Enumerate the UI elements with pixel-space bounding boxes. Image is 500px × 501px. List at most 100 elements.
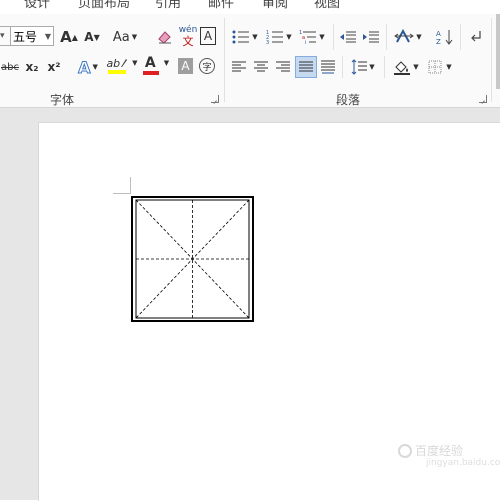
group-divider bbox=[460, 24, 461, 50]
baidu-jingyan-watermark: 百度经验 jingyan.baidu.com bbox=[398, 442, 500, 468]
tab-references[interactable]: 引用 bbox=[155, 0, 181, 11]
paint-bucket-icon bbox=[394, 61, 411, 75]
align-right-icon bbox=[276, 61, 290, 72]
svg-text:Z: Z bbox=[436, 38, 441, 45]
group-divider bbox=[386, 24, 387, 50]
grow-font-label: A bbox=[60, 28, 72, 46]
change-case-label: Aa bbox=[112, 29, 130, 45]
ribbon-scroll-edge bbox=[496, 14, 500, 89]
group-divider bbox=[384, 56, 385, 78]
font-dialog-launcher-icon[interactable] bbox=[211, 95, 219, 103]
return-arrow-icon bbox=[471, 31, 481, 42]
ribbon-tab-strip: 设计 页面布局 引用 邮件 审阅 视图 bbox=[0, 0, 500, 15]
align-center-icon bbox=[254, 61, 268, 72]
increase-indent-icon bbox=[363, 31, 379, 43]
group-divider bbox=[224, 18, 225, 102]
subscript-label: x₂ bbox=[25, 60, 39, 74]
superscript-label: x² bbox=[47, 60, 61, 74]
change-case-button[interactable]: Aa ▼ bbox=[112, 26, 138, 48]
borders-icon bbox=[428, 60, 442, 74]
font-name-box-edge[interactable]: ▾ bbox=[0, 26, 10, 46]
strikethrough-button[interactable]: abc bbox=[0, 56, 20, 78]
tab-review[interactable]: 审阅 bbox=[262, 0, 288, 11]
chevron-down-icon: ▼ bbox=[252, 33, 258, 41]
sort-button[interactable]: A Z bbox=[434, 26, 456, 48]
enclose-characters-button[interactable]: 字 bbox=[199, 58, 215, 74]
watermark-text: 百度经验 bbox=[415, 444, 464, 458]
font-color-label: A bbox=[144, 55, 156, 71]
shrink-font-button[interactable]: A ▼ bbox=[84, 26, 100, 48]
chevron-down-icon: ▼ bbox=[369, 63, 375, 71]
align-center-button[interactable] bbox=[251, 56, 271, 78]
paragraph-group-label: 段落 bbox=[336, 93, 361, 107]
char-border-label: A bbox=[203, 29, 213, 43]
font-color-button[interactable]: A ▼ bbox=[140, 54, 174, 76]
paragraph-dialog-launcher-icon[interactable] bbox=[479, 95, 487, 103]
chevron-down-icon: ▼ bbox=[416, 33, 422, 41]
bullet-list-icon bbox=[232, 30, 250, 44]
mizige-grid-shape[interactable] bbox=[131, 196, 254, 322]
line-spacing-button[interactable]: ▼ bbox=[347, 56, 379, 78]
svg-text:A: A bbox=[436, 30, 441, 38]
tab-page-layout[interactable]: 页面布局 bbox=[78, 0, 130, 11]
chevron-down-icon: ▼ bbox=[132, 59, 138, 67]
tab-design[interactable]: 设计 bbox=[24, 0, 50, 11]
justify-button[interactable] bbox=[295, 56, 317, 78]
font-size-value: 五号 bbox=[13, 29, 38, 44]
character-border-button[interactable]: A bbox=[200, 27, 216, 45]
phonetic-guide-button[interactable]: wén 文 bbox=[178, 23, 198, 49]
chevron-down-icon: ▼ bbox=[92, 63, 98, 71]
font-group-label: 字体 bbox=[50, 93, 75, 107]
tab-mailings[interactable]: 邮件 bbox=[208, 0, 234, 11]
text-effects-label: A bbox=[78, 57, 91, 77]
highlight-button[interactable]: ab ▼ bbox=[106, 54, 138, 76]
font-size-select[interactable]: 五号 ▼ bbox=[10, 26, 54, 46]
shading-button[interactable]: ▼ bbox=[390, 56, 422, 78]
shrink-font-label: A bbox=[84, 30, 94, 44]
grow-font-button[interactable]: A ▲ bbox=[60, 26, 78, 48]
asian-layout-button[interactable]: ▼ bbox=[391, 26, 425, 48]
highlighter-pen-icon bbox=[121, 59, 128, 67]
bullets-button[interactable]: ▼ bbox=[230, 26, 260, 48]
align-right-button[interactable] bbox=[273, 56, 293, 78]
sort-az-icon: A Z bbox=[436, 30, 453, 45]
distributed-button[interactable] bbox=[318, 56, 338, 78]
text-effects-button[interactable]: A ▼ bbox=[74, 56, 102, 78]
ribbon: ▾ 五号 ▼ A ▲ A ▼ Aa ▼ wén 文 A abc x₂ x² A ▼ bbox=[0, 14, 500, 108]
justify-icon bbox=[299, 61, 313, 72]
borders-button[interactable]: ▼ bbox=[424, 56, 456, 78]
watermark-logo-icon bbox=[398, 443, 412, 458]
strikethrough-label: abc bbox=[1, 61, 19, 73]
eraser-icon bbox=[158, 31, 171, 44]
show-formatting-marks-button[interactable] bbox=[466, 26, 486, 48]
margin-corner-mark bbox=[113, 193, 130, 194]
numbered-list-icon: 1 2 3 bbox=[266, 30, 284, 45]
multilevel-list-button[interactable]: 1 a i ▼ bbox=[297, 26, 327, 48]
line-spacing-icon bbox=[351, 59, 368, 75]
subscript-button[interactable]: x₂ bbox=[23, 56, 41, 78]
highlight-label: ab bbox=[106, 56, 121, 70]
enclose-char-label: 字 bbox=[202, 62, 212, 73]
font-color-bar bbox=[143, 71, 159, 75]
chevron-down-icon: ▼ bbox=[163, 59, 170, 67]
character-shading-button[interactable]: A bbox=[178, 58, 193, 74]
highlight-color-bar bbox=[108, 69, 126, 74]
decrease-indent-button[interactable] bbox=[338, 26, 358, 48]
watermark-subtext: jingyan.baidu.com bbox=[426, 458, 500, 468]
char-shading-label: A bbox=[181, 59, 190, 73]
group-divider bbox=[491, 18, 492, 102]
group-divider bbox=[333, 24, 334, 50]
superscript-button[interactable]: x² bbox=[45, 56, 63, 78]
align-left-icon bbox=[232, 61, 246, 72]
increase-indent-button[interactable] bbox=[361, 26, 381, 48]
align-left-button[interactable] bbox=[229, 56, 249, 78]
svg-text:i: i bbox=[305, 40, 306, 45]
chevron-down-icon: ▼ bbox=[319, 33, 325, 41]
chevron-down-icon: ▼ bbox=[413, 63, 419, 71]
numbering-button[interactable]: 1 2 3 ▼ bbox=[264, 26, 294, 48]
tab-view[interactable]: 视图 bbox=[314, 0, 340, 11]
group-divider bbox=[342, 56, 343, 78]
multilevel-list-icon: 1 a i bbox=[299, 30, 317, 45]
svg-text:3: 3 bbox=[266, 40, 269, 45]
clear-formatting-button[interactable] bbox=[156, 26, 174, 48]
